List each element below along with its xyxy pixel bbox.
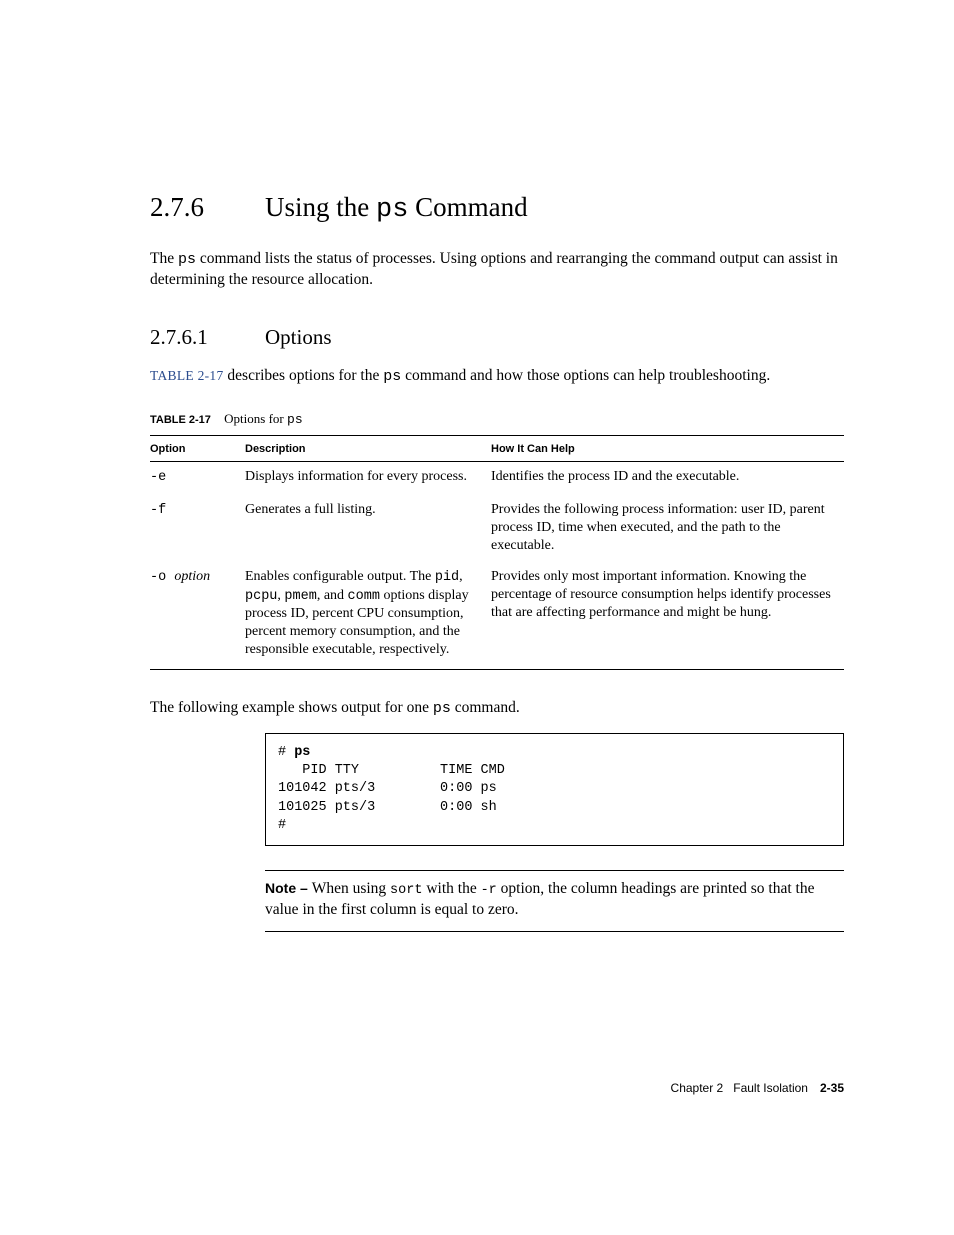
subsection-number: 2.7.6.1 xyxy=(150,325,265,350)
section-intro: The ps command lists the status of proce… xyxy=(150,249,844,291)
text: command and how those options can help t… xyxy=(401,367,770,384)
text: command lists the status of processes. U… xyxy=(150,250,838,288)
text: The xyxy=(150,250,178,267)
text: with the xyxy=(422,880,480,897)
table-header-help: How It Can Help xyxy=(491,436,844,462)
option-help: Identifies the process ID and the execut… xyxy=(491,462,844,495)
table-row: -o option Enables configurable output. T… xyxy=(150,562,844,669)
output-line: 101042 pts/3 0:00 ps xyxy=(278,781,497,796)
option-description: Enables configurable output. The pid, pc… xyxy=(245,562,491,669)
section-title-pre: Using the xyxy=(265,192,376,222)
footer-title: Fault Isolation xyxy=(733,1081,808,1095)
prompt: # xyxy=(278,745,294,760)
table-caption-code: ps xyxy=(287,412,303,427)
section-title: Using the ps Command xyxy=(265,192,528,225)
note-lead: Note – xyxy=(265,880,312,896)
option-description: Generates a full listing. xyxy=(245,495,491,563)
section-title-post: Command xyxy=(408,192,527,222)
options-table: Option Description How It Can Help -e Di… xyxy=(150,435,844,669)
table-header-option: Option xyxy=(150,436,245,462)
section-heading: 2.7.6 Using the ps Command xyxy=(150,192,844,225)
option-help: Provides the following process informati… xyxy=(491,495,844,563)
text: Enables configurable output. The xyxy=(245,569,435,584)
page-footer: Chapter 2 Fault Isolation 2-35 xyxy=(671,1081,844,1095)
subsection-title: Options xyxy=(265,325,332,350)
option-flag: -f xyxy=(150,503,166,518)
table-header-description: Description xyxy=(245,436,491,462)
footer-chapter: Chapter 2 xyxy=(671,1081,724,1095)
table-caption-tag: TABLE 2-17 xyxy=(150,414,211,426)
section-number: 2.7.6 xyxy=(150,192,265,223)
table-row: -f Generates a full listing. Provides th… xyxy=(150,495,844,563)
code: pmem xyxy=(284,589,316,604)
code: ps xyxy=(383,368,401,385)
code: -r xyxy=(481,883,497,898)
option-description: Displays information for every process. xyxy=(245,462,491,495)
code: sort xyxy=(390,883,422,898)
section-title-code: ps xyxy=(376,195,408,225)
text: describes options for the xyxy=(224,367,384,384)
code: pcpu xyxy=(245,589,277,604)
code: ps xyxy=(178,251,196,268)
text: , xyxy=(459,569,463,584)
text: The following example shows output for o… xyxy=(150,699,433,716)
prompt: # xyxy=(278,818,286,833)
code: comm xyxy=(348,589,380,604)
table-row: -e Displays information for every proces… xyxy=(150,462,844,495)
table-xref-link[interactable]: TABLE 2-17 xyxy=(150,368,224,383)
table-caption-text: Options for xyxy=(224,411,287,426)
text: When using xyxy=(312,880,390,897)
subsection-heading: 2.7.6.1 Options xyxy=(150,325,844,350)
code: -o xyxy=(150,570,174,585)
page: 2.7.6 Using the ps Command The ps comman… xyxy=(0,0,954,1235)
text: , and xyxy=(317,588,348,603)
footer-page-number: 2-35 xyxy=(820,1081,844,1095)
subsection-intro: TABLE 2-17 describes options for the ps … xyxy=(150,366,844,387)
option-arg: option xyxy=(174,569,210,584)
code: pid xyxy=(435,570,459,585)
text: command. xyxy=(451,699,520,716)
table-header-row: Option Description How It Can Help xyxy=(150,436,844,462)
option-flag: -e xyxy=(150,470,166,485)
command: ps xyxy=(294,745,310,760)
table-caption: TABLE 2-17 Options for ps xyxy=(150,411,844,427)
output-line: 101025 pts/3 0:00 sh xyxy=(278,800,497,815)
code-example: # ps PID TTY TIME CMD 101042 pts/3 0:00 … xyxy=(265,733,844,846)
example-intro: The following example shows output for o… xyxy=(150,698,844,719)
option-flag: -o option xyxy=(150,562,245,669)
code: ps xyxy=(433,700,451,717)
output-line: PID TTY TIME CMD xyxy=(278,763,505,778)
option-help: Provides only most important information… xyxy=(491,562,844,669)
note-block: Note – When using sort with the -r optio… xyxy=(265,870,844,932)
